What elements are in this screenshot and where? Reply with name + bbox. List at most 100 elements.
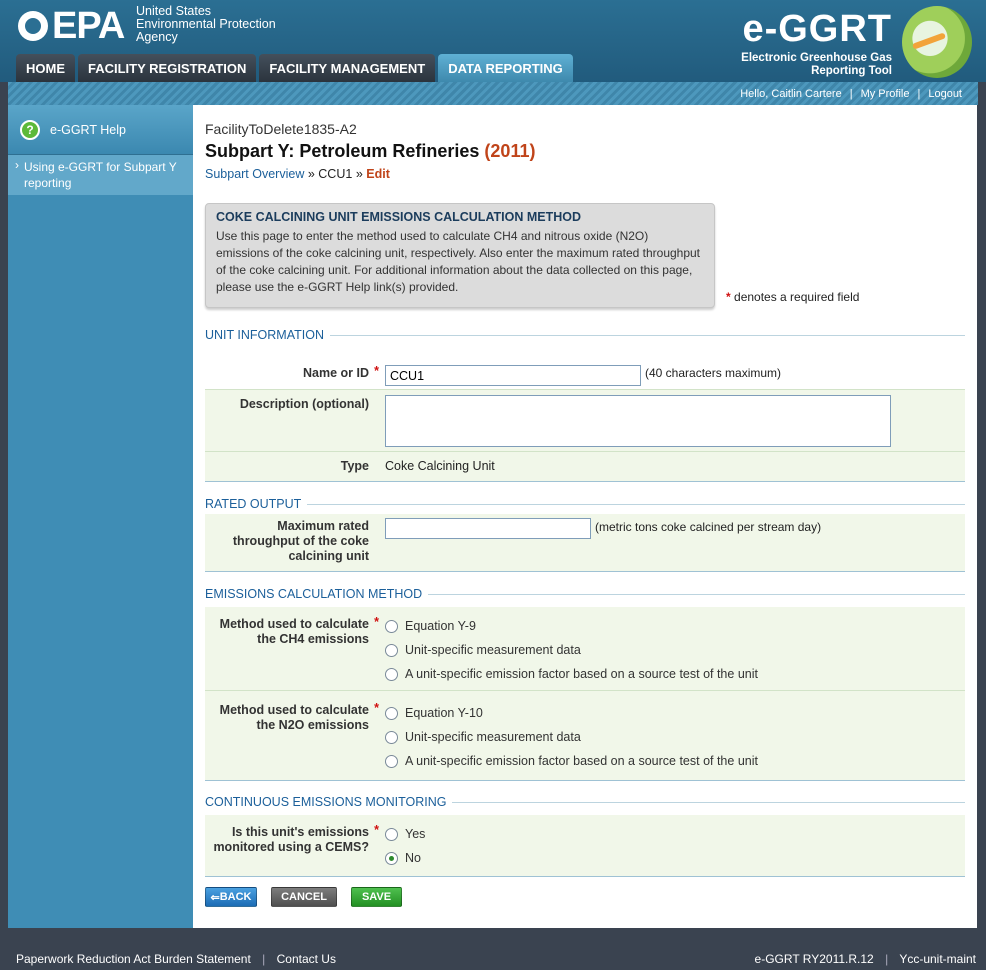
throughput-label: Maximum rated throughput of the coke cal… xyxy=(232,519,369,563)
user-bar-separator: | xyxy=(849,87,853,100)
ch4-method-options: Equation Y-9 Unit-specific measurement d… xyxy=(385,614,758,686)
brand-subtitle-line-2: Reporting Tool xyxy=(811,65,892,77)
form-buttons: ⇐ BACK CANCEL SAVE xyxy=(205,887,402,907)
radio-button[interactable] xyxy=(385,643,398,657)
agency-name: United States Environmental Protection A… xyxy=(136,5,276,44)
n2o-method-options: Equation Y-10 Unit-specific measurement … xyxy=(385,701,758,773)
radio-button[interactable] xyxy=(385,827,398,841)
tab-data-reporting[interactable]: DATA REPORTING xyxy=(438,54,573,82)
cems-label-text: Is this unit's emissions monitored using… xyxy=(213,825,369,854)
section-rated-output-title: RATED OUTPUT xyxy=(205,497,302,511)
sidebar-help-link[interactable]: Using e-GGRT for Subpart Y reporting xyxy=(8,155,193,195)
radio-button-selected[interactable] xyxy=(385,851,398,865)
my-profile-link[interactable]: My Profile xyxy=(861,88,910,100)
cems-options: Yes No xyxy=(385,822,425,870)
cems-option-no[interactable]: No xyxy=(385,846,425,870)
n2o-method-label: Method used to calculate the N2O emissio… xyxy=(199,701,379,733)
sidebar-help-header[interactable]: ? e-GGRT Help xyxy=(8,105,193,155)
section-emissions-calculation-method: EMISSIONS CALCULATION METHOD xyxy=(205,587,965,601)
name-label: Name or ID * xyxy=(303,364,379,381)
eggrt-brand: e-GGRT Electronic Greenhouse Gas Reporti… xyxy=(732,4,972,80)
description-label: Description (optional) xyxy=(239,397,369,411)
main-nav: HOME FACILITY REGISTRATION FACILITY MANA… xyxy=(16,54,573,82)
cancel-button[interactable]: CANCEL xyxy=(271,887,337,907)
name-row: Name or ID * (40 characters maximum) xyxy=(205,359,965,390)
tab-facility-registration[interactable]: FACILITY REGISTRATION xyxy=(78,54,257,82)
info-heading: COKE CALCINING UNIT EMISSIONS CALCULATIO… xyxy=(216,210,582,224)
section-unit-information: UNIT INFORMATION xyxy=(205,328,965,342)
n2o-option-label: Equation Y-10 xyxy=(405,706,483,720)
n2o-option-label: Unit-specific measurement data xyxy=(405,730,581,744)
brand-subtitle: Electronic Greenhouse Gas Reporting Tool xyxy=(741,52,892,78)
required-note-text: denotes a required field xyxy=(734,290,860,304)
name-input[interactable] xyxy=(385,365,641,386)
main-content: FacilityToDelete1835-A2 Subpart Y: Petro… xyxy=(193,105,977,928)
info-text: Use this page to enter the method used t… xyxy=(216,229,701,294)
help-question-icon: ? xyxy=(20,119,40,140)
required-asterisk: * xyxy=(374,615,379,629)
reporting-year: (2011) xyxy=(484,141,536,161)
version-text: e-GGRT RY2011.R.12 xyxy=(754,952,874,966)
sidebar: ? e-GGRT Help Using e-GGRT for Subpart Y… xyxy=(8,105,193,928)
description-row: Description (optional) xyxy=(205,390,965,452)
ch4-method-row: Method used to calculate the CH4 emissio… xyxy=(205,607,965,691)
footer-left: Paperwork Reduction Act Burden Statement… xyxy=(16,952,336,966)
ch4-option-label: A unit-specific emission factor based on… xyxy=(405,667,758,681)
paperwork-link[interactable]: Paperwork Reduction Act Burden Statement xyxy=(16,952,251,966)
server-text: Ycc-unit-maint xyxy=(899,952,976,966)
type-row: Type Coke Calcining Unit xyxy=(205,452,965,482)
breadcrumb-subpart-overview[interactable]: Subpart Overview xyxy=(205,167,304,181)
required-asterisk: * xyxy=(374,701,379,715)
cems-label: Is this unit's emissions monitored using… xyxy=(199,823,379,855)
footer: Paperwork Reduction Act Burden Statement… xyxy=(0,946,986,970)
back-button[interactable]: ⇐ BACK xyxy=(205,887,257,907)
cems-option-yes[interactable]: Yes xyxy=(385,822,425,846)
radio-button[interactable] xyxy=(385,706,398,720)
epa-wordmark: EPA xyxy=(52,5,125,47)
user-greeting: Hello, Caitlin Cartere xyxy=(740,87,842,100)
section-emissions-calculation-method-title: EMISSIONS CALCULATION METHOD xyxy=(205,587,423,601)
page-title-text: Subpart Y: Petroleum Refineries xyxy=(205,141,480,161)
page-title: Subpart Y: Petroleum Refineries (2011) xyxy=(205,141,535,162)
radio-button[interactable] xyxy=(385,619,398,633)
back-arrow-icon: ⇐ xyxy=(210,891,220,904)
n2o-option-measurement[interactable]: Unit-specific measurement data xyxy=(385,725,758,749)
n2o-option-emission-factor[interactable]: A unit-specific emission factor based on… xyxy=(385,749,758,773)
facility-name: FacilityToDelete1835-A2 xyxy=(205,121,357,137)
required-asterisk: * xyxy=(374,364,379,378)
section-unit-information-title: UNIT INFORMATION xyxy=(205,328,324,342)
name-hint: (40 characters maximum) xyxy=(645,366,782,380)
throughput-row: Maximum rated throughput of the coke cal… xyxy=(205,514,965,572)
brand-title: e-GGRT xyxy=(742,8,892,50)
egret-logo-icon xyxy=(902,6,972,78)
n2o-option-equation[interactable]: Equation Y-10 xyxy=(385,701,758,725)
ch4-option-measurement[interactable]: Unit-specific measurement data xyxy=(385,638,758,662)
type-value: Coke Calcining Unit xyxy=(385,459,495,473)
contact-us-link[interactable]: Contact Us xyxy=(277,952,336,966)
tab-facility-management[interactable]: FACILITY MANAGEMENT xyxy=(259,54,436,82)
ch4-option-label: Unit-specific measurement data xyxy=(405,643,581,657)
agency-line-3: Agency xyxy=(136,30,178,44)
ch4-option-label: Equation Y-9 xyxy=(405,619,476,633)
throughput-input[interactable] xyxy=(385,518,591,539)
logout-link[interactable]: Logout xyxy=(928,88,962,100)
section-cem-title: CONTINUOUS EMISSIONS MONITORING xyxy=(205,795,447,809)
breadcrumb-separator: » xyxy=(307,167,315,181)
user-bar-separator: | xyxy=(917,87,921,100)
required-asterisk: * xyxy=(726,290,731,304)
tab-home[interactable]: HOME xyxy=(16,54,75,82)
ch4-option-emission-factor[interactable]: A unit-specific emission factor based on… xyxy=(385,662,758,686)
user-bar: Hello, Caitlin Cartere | My Profile | Lo… xyxy=(8,82,978,105)
breadcrumb-unit: CCU1 xyxy=(318,167,353,181)
required-field-note: * denotes a required field xyxy=(726,290,859,304)
radio-button[interactable] xyxy=(385,754,398,768)
save-button[interactable]: SAVE xyxy=(351,887,402,907)
description-input[interactable] xyxy=(385,395,891,447)
radio-button[interactable] xyxy=(385,667,398,681)
n2o-method-label-text: Method used to calculate the N2O emissio… xyxy=(219,703,369,732)
brand-subtitle-line-1: Electronic Greenhouse Gas xyxy=(741,52,892,64)
ch4-option-equation[interactable]: Equation Y-9 xyxy=(385,614,758,638)
breadcrumb-separator: » xyxy=(355,167,363,181)
radio-button[interactable] xyxy=(385,730,398,744)
epa-logo[interactable]: EPA xyxy=(18,5,125,47)
